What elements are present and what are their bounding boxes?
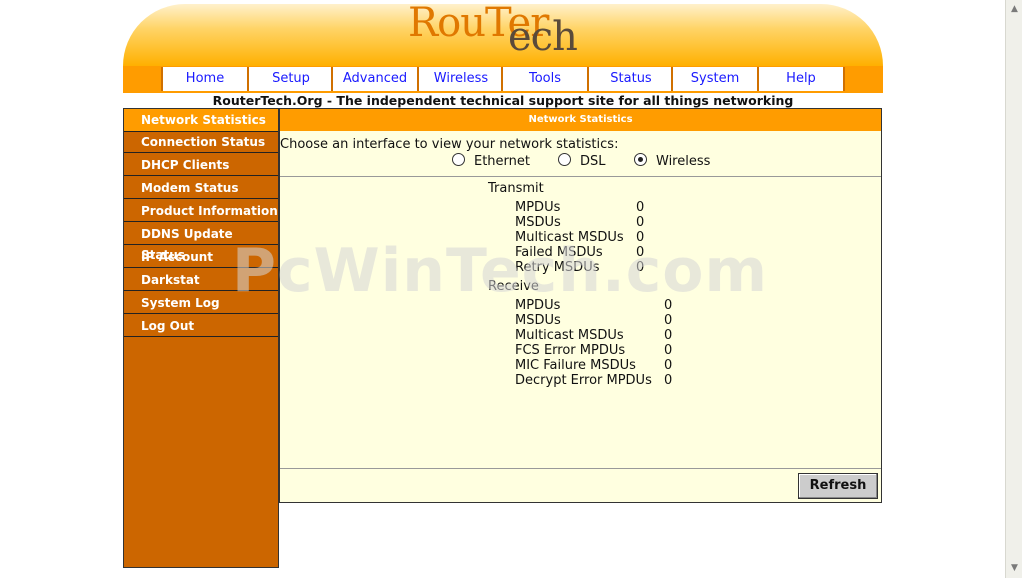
nav-home[interactable]: Home	[161, 67, 247, 91]
scroll-down-arrow-icon[interactable]: ▼	[1008, 562, 1021, 575]
header-banner: RouTer ech	[123, 4, 883, 66]
receive-heading: Receive	[488, 279, 539, 294]
site-tagline: RouterTech.Org - The independent technic…	[212, 93, 794, 108]
top-navigation: Home Setup Advanced Wireless Tools Statu…	[123, 66, 883, 93]
stat-label: MIC Failure MSDUs	[515, 358, 636, 373]
stat-label: Failed MSDUs	[515, 245, 603, 260]
sidebar-item-connection-status[interactable]: Connection Status	[124, 132, 278, 153]
sidebar-item-modem-status[interactable]: Modem Status	[124, 178, 278, 199]
stat-value: 0	[636, 245, 645, 260]
nav-status[interactable]: Status	[587, 67, 673, 91]
radio-ethernet[interactable]: Ethernet	[452, 153, 530, 169]
stat-value: 0	[664, 358, 673, 373]
stat-label: MSDUs	[515, 215, 561, 230]
sidebar-item-product-information[interactable]: Product Information	[124, 201, 278, 222]
transmit-heading: Transmit	[488, 181, 544, 196]
sidebar-item-darkstat[interactable]: Darkstat	[124, 270, 278, 291]
sidebar-item-ddns-update-status[interactable]: DDNS Update Status	[124, 224, 278, 262]
nav-tools[interactable]: Tools	[501, 67, 587, 91]
nav-system[interactable]: System	[671, 67, 757, 91]
interface-prompt: Choose an interface to view your network…	[280, 137, 619, 152]
sidebar-item-system-log[interactable]: System Log	[124, 293, 278, 314]
sidebar-item-ip-account[interactable]: IP Account	[124, 247, 278, 268]
stat-label: Decrypt Error MPDUs	[515, 373, 652, 388]
stat-label: FCS Error MPDUs	[515, 343, 626, 358]
sidebar-item-dhcp-clients[interactable]: DHCP Clients	[124, 155, 278, 176]
stat-label: MPDUs	[515, 298, 561, 313]
logo-text-bottom: ech	[508, 14, 578, 60]
refresh-button[interactable]: Refresh	[798, 473, 878, 499]
stat-value: 0	[636, 215, 645, 230]
stat-value: 0	[664, 313, 673, 328]
vertical-scrollbar[interactable]: ▲ ▼	[1005, 0, 1022, 578]
stat-label: Retry MSDUs	[515, 260, 600, 275]
stat-value: 0	[664, 373, 673, 388]
sidebar-item-network-statistics[interactable]: Network Statistics	[124, 109, 278, 132]
stat-value: 0	[664, 343, 673, 358]
sidebar-item-log-out[interactable]: Log Out	[124, 316, 278, 337]
radio-circle-icon[interactable]	[558, 153, 571, 166]
stat-label: Multicast MSDUs	[515, 230, 624, 245]
stat-value: 0	[664, 298, 673, 313]
sidebar-menu: Network Statistics Connection Status DHC…	[123, 108, 279, 568]
stat-value: 0	[636, 200, 645, 215]
stat-label: Multicast MSDUs	[515, 328, 624, 343]
radio-dsl[interactable]: DSL	[558, 153, 606, 169]
nav-wireless[interactable]: Wireless	[417, 67, 503, 91]
nav-setup[interactable]: Setup	[247, 67, 333, 91]
stat-value: 0	[664, 328, 673, 343]
panel-title: Network Statistics	[280, 109, 881, 131]
scroll-up-arrow-icon[interactable]: ▲	[1008, 3, 1021, 16]
nav-help[interactable]: Help	[757, 67, 845, 91]
routertech-logo: RouTer ech	[408, 4, 608, 64]
network-statistics-panel: Network Statistics Choose an interface t…	[279, 108, 882, 503]
nav-advanced[interactable]: Advanced	[331, 67, 417, 91]
stat-value: 0	[636, 260, 645, 275]
stat-value: 0	[636, 230, 645, 245]
stat-label: MSDUs	[515, 313, 561, 328]
radio-selected-icon[interactable]	[634, 153, 647, 166]
radio-wireless[interactable]: Wireless	[634, 153, 710, 169]
stat-label: MPDUs	[515, 200, 561, 215]
divider	[280, 468, 881, 469]
divider	[280, 176, 881, 177]
radio-circle-icon[interactable]	[452, 153, 465, 166]
